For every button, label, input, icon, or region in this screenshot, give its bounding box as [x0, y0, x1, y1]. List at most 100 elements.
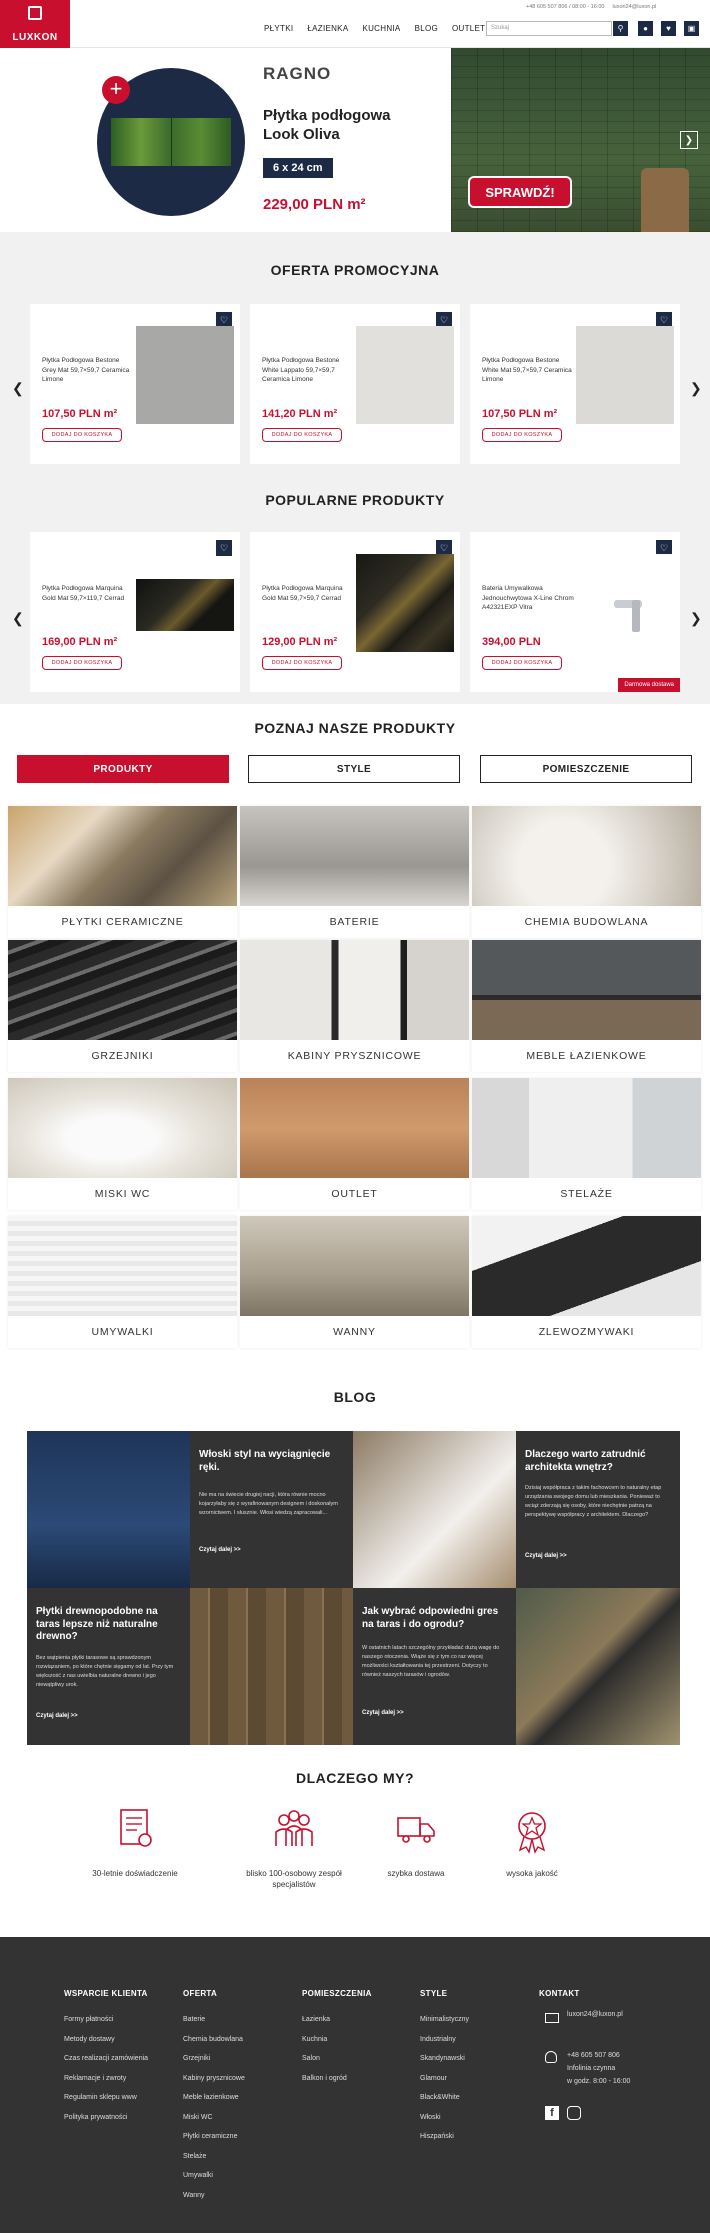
- heart-icon[interactable]: ♡: [216, 540, 232, 556]
- product-image[interactable]: [576, 326, 674, 424]
- hero-cta-button[interactable]: SPRAWDŹ!: [468, 176, 572, 208]
- footer-link[interactable]: Reklamacje i zwroty: [64, 2069, 182, 2089]
- chevron-right-icon[interactable]: ❯: [690, 610, 702, 627]
- tab-style[interactable]: STYLE: [248, 755, 460, 783]
- nav-item-lazienka[interactable]: ŁAZIENKA: [307, 24, 348, 33]
- footer-link[interactable]: Czas realizacji zamówienia: [64, 2049, 182, 2069]
- instagram-icon[interactable]: [567, 2106, 581, 2120]
- category-label[interactable]: OUTLET: [240, 1178, 469, 1210]
- tab-pomieszczenie[interactable]: POMIESZCZENIE: [480, 755, 692, 783]
- category-outlet[interactable]: OUTLET: [240, 1078, 469, 1210]
- footer-link[interactable]: Industrialny: [420, 2030, 538, 2050]
- read-more-link[interactable]: Czytaj dalej >>: [199, 1547, 241, 1553]
- footer-link[interactable]: Polityka prywatności: [64, 2108, 182, 2128]
- category-grzejniki[interactable]: GRZEJNIKI: [8, 940, 237, 1072]
- read-more-link[interactable]: Czytaj dalej >>: [525, 1553, 567, 1559]
- search-icon[interactable]: ⚲: [613, 21, 628, 36]
- footer-link[interactable]: Glamour: [420, 2069, 538, 2089]
- header-email[interactable]: luxon24@luxon.pl: [612, 4, 656, 10]
- nav-item-blog[interactable]: BLOG: [415, 24, 438, 33]
- category-label[interactable]: CHEMIA BUDOWLANA: [472, 906, 701, 938]
- category-chemia-budowlana[interactable]: CHEMIA BUDOWLANA: [472, 806, 701, 938]
- blog-post-title[interactable]: Jak wybrać odpowiedni gres na taras i do…: [362, 1606, 507, 1631]
- read-more-link[interactable]: Czytaj dalej >>: [36, 1713, 78, 1719]
- category-kabiny-prysznicowe[interactable]: KABINY PRYSZNICOWE: [240, 940, 469, 1072]
- footer-link[interactable]: Miski WC: [183, 2108, 301, 2128]
- add-to-cart-button[interactable]: DODAJ DO KOSZYKA: [42, 428, 122, 442]
- footer-link[interactable]: Płytki ceramiczne: [183, 2127, 301, 2147]
- add-to-cart-button[interactable]: DODAJ DO KOSZYKA: [482, 656, 562, 670]
- chevron-left-icon[interactable]: ❮: [12, 380, 24, 397]
- footer-link[interactable]: Chemia budowlana: [183, 2030, 301, 2050]
- category-label[interactable]: GRZEJNIKI: [8, 1040, 237, 1072]
- product-name[interactable]: Płytka Podłogowa Marquina Gold Mat 59,7×…: [262, 584, 354, 603]
- blog-image[interactable]: [353, 1431, 516, 1588]
- product-card[interactable]: ♡ Płytka Podłogowa Bestone Grey Mat 59,7…: [30, 304, 240, 464]
- nav-item-plytki[interactable]: PŁYTKI: [264, 24, 293, 33]
- blog-post[interactable]: Jak wybrać odpowiedni gres na taras i do…: [353, 1588, 516, 1745]
- category-umywalki[interactable]: UMYWALKI: [8, 1216, 237, 1348]
- category-label[interactable]: WANNY: [240, 1316, 469, 1348]
- nav-item-outlet[interactable]: OUTLET: [452, 24, 485, 33]
- footer-link[interactable]: Balkon i ogród: [302, 2069, 420, 2089]
- footer-link[interactable]: Baterie: [183, 2010, 301, 2030]
- product-image[interactable]: [356, 554, 454, 652]
- tab-produkty[interactable]: PRODUKTY: [17, 755, 229, 783]
- category-plytki-ceramiczne[interactable]: PŁYTKI CERAMICZNE: [8, 806, 237, 938]
- footer-link[interactable]: Hiszpański: [420, 2127, 538, 2147]
- blog-image[interactable]: [27, 1431, 190, 1588]
- blog-post-title[interactable]: Dlaczego warto zatrudnić architekta wnęt…: [525, 1449, 670, 1474]
- footer-link[interactable]: Formy płatności: [64, 2010, 182, 2030]
- product-image[interactable]: [136, 579, 234, 631]
- product-image[interactable]: [356, 326, 454, 424]
- search-input[interactable]: Szukaj: [486, 21, 612, 36]
- heart-icon[interactable]: ♥: [661, 21, 676, 36]
- cart-icon[interactable]: ▣: [684, 21, 699, 36]
- category-stelaze[interactable]: STELAŻE: [472, 1078, 701, 1210]
- category-label[interactable]: BATERIE: [240, 906, 469, 938]
- logo[interactable]: LUXKON: [0, 0, 70, 48]
- footer-link[interactable]: Grzejniki: [183, 2049, 301, 2069]
- footer-link[interactable]: Black&White: [420, 2088, 538, 2108]
- category-miski-wc[interactable]: MISKI WC: [8, 1078, 237, 1210]
- add-to-cart-button[interactable]: DODAJ DO KOSZYKA: [262, 428, 342, 442]
- category-label[interactable]: STELAŻE: [472, 1178, 701, 1210]
- category-label[interactable]: ZLEWOZMYWAKI: [472, 1316, 701, 1348]
- category-label[interactable]: MISKI WC: [8, 1178, 237, 1210]
- footer-link[interactable]: Meble łazienkowe: [183, 2088, 301, 2108]
- footer-link[interactable]: Włoski: [420, 2108, 538, 2128]
- product-card[interactable]: ♡ Płytka Podłogowa Bestone White Lappato…: [250, 304, 460, 464]
- footer-link[interactable]: Stelaże: [183, 2147, 301, 2167]
- blog-post-title[interactable]: Płytki drewnopodobne na taras lepsze niż…: [36, 1606, 181, 1644]
- header-phone[interactable]: +48 605 507 806 / 08:00 - 16:00: [526, 4, 604, 10]
- footer-link[interactable]: Umywalki: [183, 2166, 301, 2186]
- add-to-cart-button[interactable]: DODAJ DO KOSZYKA: [42, 656, 122, 670]
- category-wanny[interactable]: WANNY: [240, 1216, 469, 1348]
- add-to-cart-button[interactable]: DODAJ DO KOSZYKA: [482, 428, 562, 442]
- product-card[interactable]: ♡ Bateria Umywalkowa Jednouchwytowa X-Li…: [470, 532, 680, 692]
- add-to-cart-button[interactable]: DODAJ DO KOSZYKA: [262, 656, 342, 670]
- chevron-right-icon[interactable]: ❯: [690, 380, 702, 397]
- footer-link[interactable]: Wanny: [183, 2186, 301, 2206]
- product-image[interactable]: [576, 554, 674, 652]
- footer-link[interactable]: Łazienka: [302, 2010, 420, 2030]
- user-icon[interactable]: ●: [638, 21, 653, 36]
- product-name[interactable]: Płytka Podłogowa Bestone White Lappato 5…: [262, 356, 354, 385]
- category-label[interactable]: UMYWALKI: [8, 1316, 237, 1348]
- blog-image[interactable]: [190, 1588, 353, 1745]
- footer-link[interactable]: Salon: [302, 2049, 420, 2069]
- read-more-link[interactable]: Czytaj dalej >>: [362, 1710, 404, 1716]
- category-label[interactable]: KABINY PRYSZNICOWE: [240, 1040, 469, 1072]
- product-name[interactable]: Bateria Umywalkowa Jednouchwytowa X-Line…: [482, 584, 574, 613]
- footer-phone[interactable]: +48 605 507 806: [567, 2049, 630, 2062]
- product-name[interactable]: Płytka Podłogowa Marquina Gold Mat 59,7×…: [42, 584, 134, 603]
- product-card[interactable]: ♡ Płytka Podłogowa Marquina Gold Mat 59,…: [250, 532, 460, 692]
- footer-link[interactable]: Metody dostawy: [64, 2030, 182, 2050]
- chevron-right-icon[interactable]: ❯: [680, 131, 698, 149]
- chevron-left-icon[interactable]: ❮: [12, 610, 24, 627]
- blog-post[interactable]: Włoski styl na wyciągnięcie ręki. Nie ma…: [190, 1431, 353, 1588]
- product-card[interactable]: ♡ Płytka Podłogowa Marquina Gold Mat 59,…: [30, 532, 240, 692]
- category-label[interactable]: MEBLE ŁAZIENKOWE: [472, 1040, 701, 1072]
- footer-link[interactable]: Skandynawski: [420, 2049, 538, 2069]
- nav-item-kuchnia[interactable]: KUCHNIA: [362, 24, 400, 33]
